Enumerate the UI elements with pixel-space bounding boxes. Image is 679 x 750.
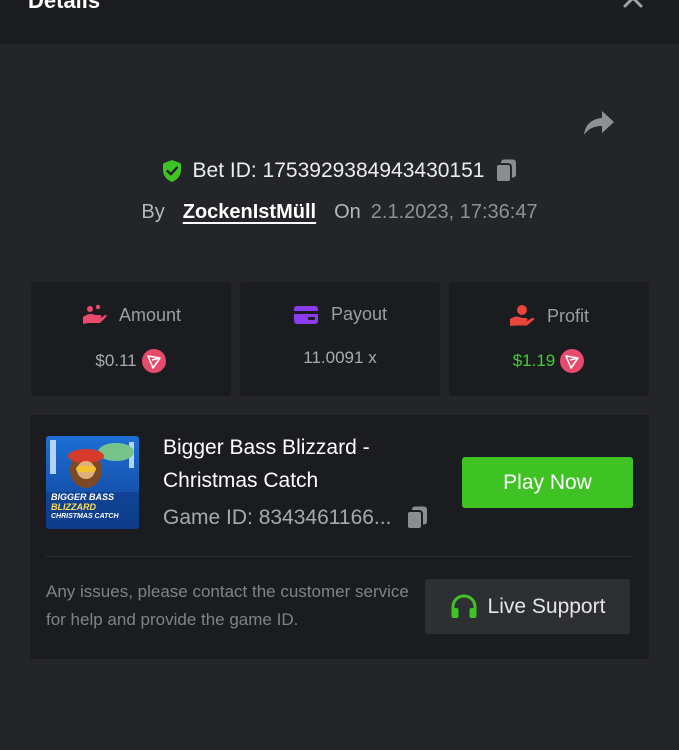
modal-header: Details <box>0 0 679 44</box>
by-label: By <box>141 200 165 223</box>
tron-coin-icon <box>559 348 585 374</box>
payout-label: Payout <box>330 304 388 324</box>
divider <box>46 556 633 557</box>
bet-date: 2.1.2023, 17:36:47 <box>370 200 538 223</box>
bet-id: Bet ID: 1753929384943430151 <box>192 159 485 182</box>
tron-coin-icon <box>141 348 167 374</box>
play-now-button[interactable]: Play Now <box>462 457 633 508</box>
bet-meta-row: By ZockenIstMüll On 2.1.2023, 17:36:47 <box>0 197 679 227</box>
amount-label: Amount <box>118 304 182 325</box>
amount-value: $0.11 <box>95 351 137 370</box>
copy-game-id-button[interactable] <box>405 505 429 531</box>
game-id: Game ID: 8343461166... <box>163 506 392 529</box>
headset-icon <box>450 593 478 620</box>
coins-hand-icon <box>81 304 107 326</box>
close-icon <box>623 0 643 8</box>
support-notice: Any issues, please contact the customer … <box>46 582 409 629</box>
share-button[interactable] <box>582 108 616 138</box>
modal-title: Details <box>28 0 101 13</box>
live-support-button[interactable]: Live Support <box>425 579 630 634</box>
profit-hand-icon <box>509 304 535 328</box>
copy-bet-id-button[interactable] <box>494 158 518 184</box>
copy-icon <box>495 159 517 183</box>
thumb-text-3: CHRISTMAS CATCH <box>51 513 119 520</box>
copy-icon <box>406 506 428 530</box>
game-title[interactable]: Bigger Bass Blizzard - Christmas Catch <box>163 431 423 497</box>
close-button[interactable] <box>621 0 645 10</box>
amount-card: Amount $0.11 <box>31 282 231 396</box>
bet-id-row: Bet ID: 1753929384943430151 <box>0 155 679 187</box>
thumb-text-1: BIGGER BASS <box>51 492 115 502</box>
profit-value: $1.19 <box>512 351 556 370</box>
share-icon <box>584 111 614 135</box>
game-id-row: Game ID: 8343461166... <box>163 503 429 533</box>
on-label: On <box>334 200 361 223</box>
shield-check-icon <box>161 159 183 183</box>
profit-card: Profit $1.19 <box>449 282 649 396</box>
payout-value: 11.0091 x <box>303 348 377 367</box>
wallet-card-icon <box>293 305 319 325</box>
live-support-label: Live Support <box>487 594 606 618</box>
username-link[interactable]: ZockenIstMüll <box>183 201 316 224</box>
game-card: BIGGER BASS BLIZZARD CHRISTMAS CATCH Big… <box>30 415 649 659</box>
payout-card: Payout 11.0091 x <box>240 282 440 396</box>
game-thumbnail[interactable]: BIGGER BASS BLIZZARD CHRISTMAS CATCH <box>46 436 139 529</box>
profit-label: Profit <box>546 305 589 326</box>
thumb-text-2: BLIZZARD <box>51 502 96 512</box>
